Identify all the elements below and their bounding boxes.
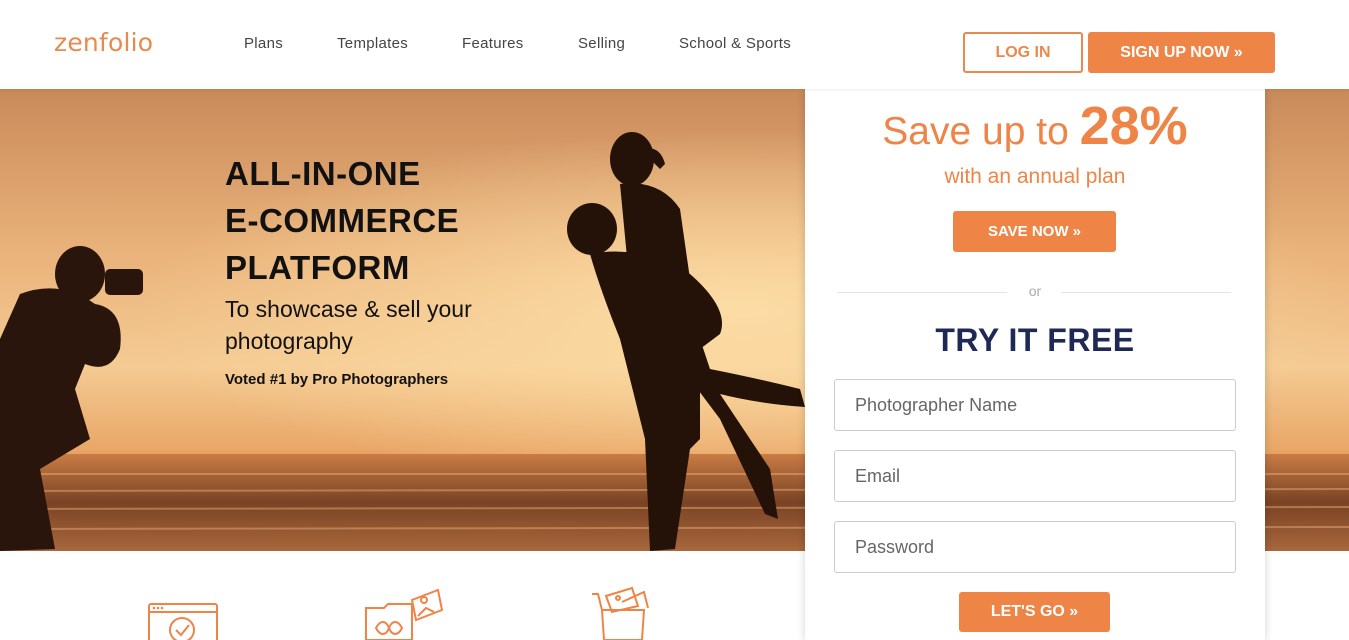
- nav-templates[interactable]: Templates: [337, 35, 408, 52]
- hero-title-line-1: ALL-IN-ONE: [225, 155, 421, 192]
- hero-subtitle: To showcase & sell your photography: [225, 296, 472, 354]
- email-field[interactable]: [834, 450, 1236, 502]
- browser-check-icon: [148, 603, 218, 640]
- shopping-cart-icon: [592, 586, 649, 640]
- try-it-free-heading: TRY IT FREE: [935, 322, 1135, 358]
- signup-card: Save up to 28% with an annual plan SAVE …: [805, 89, 1265, 640]
- hero-voted-tagline: Voted #1 by Pro Photographers: [225, 371, 449, 388]
- save-prefix: Save up to: [882, 110, 1080, 153]
- divider-left: [837, 292, 1007, 293]
- save-now-button[interactable]: SAVE NOW »: [953, 211, 1116, 252]
- zenfolio-logo[interactable]: zenfolio: [54, 28, 153, 57]
- nav-school-sports[interactable]: School & Sports: [679, 35, 791, 52]
- folder-infinity-icon: [365, 588, 444, 640]
- signup-button[interactable]: SIGN UP NOW »: [1088, 32, 1275, 73]
- site-header: zenfolio Plans Templates Features Sellin…: [0, 0, 1349, 89]
- nav-features[interactable]: Features: [462, 35, 524, 52]
- save-headline: Save up to 28%: [805, 95, 1265, 157]
- nav-selling[interactable]: Selling: [578, 35, 625, 52]
- save-percent: 28%: [1079, 96, 1188, 156]
- nav-plans[interactable]: Plans: [244, 35, 283, 52]
- login-button[interactable]: LOG IN: [963, 32, 1083, 73]
- hero-title-line-3: PLATFORM: [225, 249, 410, 286]
- divider-right: [1061, 292, 1231, 293]
- annual-plan-text: with an annual plan: [944, 165, 1126, 188]
- hero-copy: ALL-IN-ONE E-COMMERCE PLATFORM To showca…: [225, 150, 515, 388]
- or-separator: or: [1028, 283, 1042, 299]
- hero-title-line-2: E-COMMERCE: [225, 202, 460, 239]
- password-field[interactable]: [834, 521, 1236, 573]
- lets-go-button[interactable]: LET'S GO »: [959, 592, 1110, 632]
- photographer-name-field[interactable]: [834, 379, 1236, 431]
